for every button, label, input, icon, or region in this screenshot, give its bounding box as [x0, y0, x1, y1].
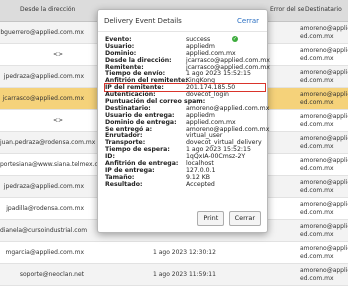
field-row: Desde la dirección: jcarrasco@applied.com… [105, 57, 270, 64]
recipient-line-1: amoreno@applie [300, 201, 348, 208]
field-row: Anfitrión del remitente: KingKong [105, 77, 265, 84]
recipient-cell: amoreno@applie ed.com.mx [300, 47, 348, 63]
recipient-line-2: ed.com.mx [300, 231, 334, 238]
recipient-line-2: ed.com.mx [300, 187, 334, 194]
recipient-line-1: amoreno@applie [300, 245, 348, 252]
recipient-cell: amoreno@applie ed.com.mx [300, 223, 348, 239]
field-row: ID: 1qQxIA-00Cmsz-2Y [105, 153, 265, 160]
recipient-line-2: ed.com.mx [300, 275, 334, 282]
field-row: Dominio de entrega: applied.com.mx [105, 119, 265, 126]
recipient-cell: amoreno@applie ed.com.mx [300, 69, 348, 85]
send-time: 1 ago 2023 12:30:12 [153, 249, 216, 256]
field-row: Dominio: applied.com.mx [105, 50, 265, 57]
recipient-line-2: ed.com.mx [300, 209, 334, 216]
recipient-line-1: amoreno@applie [300, 25, 348, 32]
recipient-cell: amoreno@applie ed.com.mx [300, 267, 348, 283]
recipient-cell: amoreno@applie ed.com.mx [300, 91, 348, 107]
source-address: soporte@neoclan.net [19, 271, 84, 278]
recipient-line-2: ed.com.mx [300, 55, 334, 62]
success-check-icon: ✓ [232, 36, 238, 42]
field-row: Transporte: dovecot_virtual_delivery [105, 139, 265, 146]
recipient-cell: amoreno@applie ed.com.mx [300, 201, 348, 217]
close-link[interactable]: Cerrar [237, 17, 259, 25]
field-row: Tiempo de espera: 1 ago 2023 15:52:15 [105, 146, 265, 153]
field-row: Tamaño: 9.12 KB [105, 174, 265, 181]
field-row: Autenticación: dovecot_login [105, 91, 265, 98]
recipient-line-2: ed.com.mx [300, 121, 334, 128]
divider [98, 31, 267, 32]
recipient-line-2: ed.com.mx [300, 77, 334, 84]
field-row: IP de entrega: 127.0.0.1 [105, 167, 265, 174]
recipient-cell: amoreno@applie ed.com.mx [300, 157, 348, 173]
recipient-line-2: ed.com.mx [300, 143, 334, 150]
field-row: Anfitrión de entrega: localhost [105, 160, 265, 167]
send-time: 1 ago 2023 11:59:11 [153, 271, 216, 278]
recipient-line-1: amoreno@applie [300, 223, 348, 230]
recipient-cell: amoreno@applie ed.com.mx [300, 135, 348, 151]
recipient-line-1: amoreno@applie [300, 267, 348, 274]
recipient-line-1: amoreno@applie [300, 157, 348, 164]
table-row[interactable]: mgarcia@applied.com.mx 1 ago 2023 12:30:1… [0, 242, 348, 264]
recipient-line-2: ed.com.mx [300, 165, 334, 172]
recipient-line-1: amoreno@applie [300, 91, 348, 98]
field-row: Usuario: appliedm [105, 43, 265, 50]
recipient-line-1: amoreno@applie [300, 179, 348, 186]
field-row: Resultado: Accepted [105, 181, 265, 188]
recipient-cell: amoreno@applie ed.com.mx [300, 25, 348, 41]
field-row: Usuario de entrega: appliedm [105, 112, 265, 119]
field-row: Evento: success ✓ [105, 36, 265, 43]
col-server-header[interactable]: Error del servidor spam [270, 6, 304, 13]
recipient-line-1: amoreno@applie [300, 113, 348, 120]
recipient-line-2: ed.com.mx [300, 99, 334, 106]
col-source-header[interactable]: Desde la dirección [20, 6, 75, 13]
print-button[interactable]: Print [197, 211, 225, 226]
recipient-line-2: ed.com.mx [300, 253, 334, 260]
event-fields: Evento: success ✓ Usuario: appliedm Dominio: a… [104, 36, 270, 188]
delivery-event-details-dialog: Delivery Event Details Cerrar Evento: suc… [97, 9, 270, 233]
field-label: Resultado: [105, 180, 143, 188]
field-row: Se entregó a: amoreno@applied.com.mx [105, 126, 269, 133]
field-row: Enrutador: virtual_user [105, 132, 265, 139]
cerrar-button[interactable]: Cerrar [228, 211, 261, 226]
recipient-cell: amoreno@applie ed.com.mx [300, 113, 348, 129]
field-row: Puntuación del correo spam: [105, 98, 265, 105]
recipient-cell: amoreno@applie ed.com.mx [300, 245, 348, 261]
recipient-cell: amoreno@applie ed.com.mx [300, 179, 348, 195]
col-dest-header[interactable]: Destinatario [305, 6, 342, 13]
table-row[interactable]: soporte@neoclan.net 1 ago 2023 11:59:11 am… [0, 264, 348, 286]
recipient-line-1: amoreno@applie [300, 69, 348, 76]
dialog-title: Delivery Event Details [104, 17, 182, 25]
recipient-line-1: amoreno@applie [300, 47, 348, 54]
source-address: mgarcia@applied.com.mx [5, 249, 84, 256]
recipient-line-2: ed.com.mx [300, 33, 334, 40]
field-value: Accepted [186, 180, 215, 188]
recipient-line-1: amoreno@applie [300, 135, 348, 142]
field-row: Destinatario: amoreno@applied.com.mx [105, 105, 269, 112]
